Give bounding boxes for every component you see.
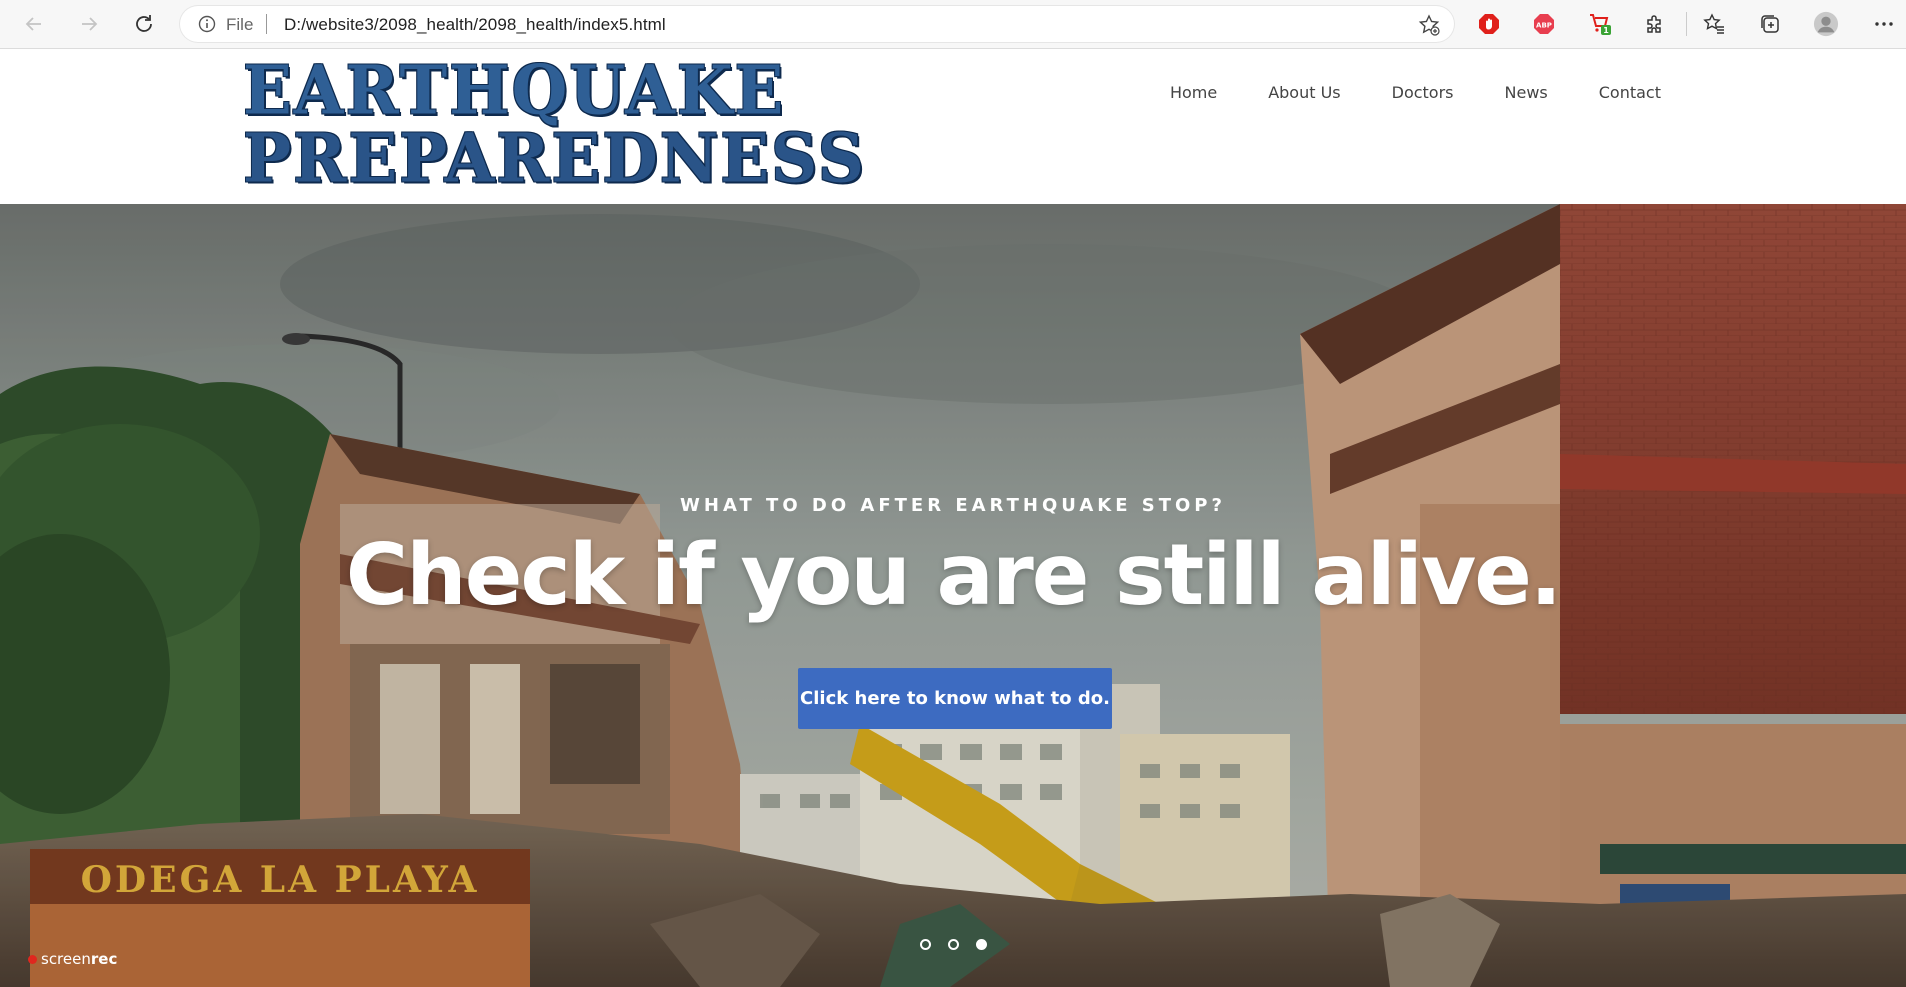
svg-text:ABP: ABP <box>1536 22 1552 30</box>
collections-icon[interactable] <box>1757 11 1783 37</box>
nav-doctors[interactable]: Doctors <box>1392 83 1454 102</box>
puzzle-extensions-icon[interactable] <box>1642 11 1668 37</box>
nav-news[interactable]: News <box>1505 83 1548 102</box>
abp-icon[interactable]: ABP <box>1531 11 1557 37</box>
back-arrow-icon <box>25 17 41 31</box>
adblocker-stop-icon[interactable] <box>1476 11 1502 37</box>
watermark-text-light: screen <box>41 950 91 968</box>
slider-dot-2[interactable] <box>948 939 959 950</box>
profile-avatar-icon[interactable] <box>1813 11 1839 37</box>
cta-button[interactable]: Click here to know what to do. <box>798 668 1112 729</box>
toolbar-divider <box>1686 12 1687 36</box>
favorites-icon[interactable] <box>1701 11 1727 37</box>
nav-about-us[interactable]: About Us <box>1268 83 1340 102</box>
logo-line-1: EARTHQUAKE <box>243 51 786 131</box>
site-info-icon[interactable] <box>198 15 216 38</box>
slider-dot-1[interactable] <box>920 939 931 950</box>
hero-kicker: WHAT TO DO AFTER EARTHQUAKE STOP? <box>680 495 1226 516</box>
back-button[interactable] <box>18 9 50 39</box>
address-bar[interactable]: File D:/website3/2098_health/2098_health… <box>180 6 1454 42</box>
refresh-icon <box>136 15 152 32</box>
screenrec-watermark: screen rec <box>28 950 117 968</box>
site-header: EARTHQUAKE PREPAREDNESS Home About Us Do… <box>0 50 1906 204</box>
address-scheme-label: File <box>226 15 254 34</box>
hero-title: Check if you are still alive. <box>345 526 1562 625</box>
address-url[interactable]: D:/website3/2098_health/2098_health/inde… <box>284 15 666 35</box>
main-nav: Home About Us Doctors News Contact <box>1119 83 1661 102</box>
record-dot-icon <box>28 954 37 964</box>
nav-home[interactable]: Home <box>1170 83 1217 102</box>
logo-line-2: PREPAREDNESS <box>243 119 866 199</box>
site-logo[interactable]: EARTHQUAKE PREPAREDNESS <box>243 56 907 192</box>
address-divider <box>266 14 267 34</box>
shopping-extension-icon[interactable]: 1 <box>1587 11 1613 37</box>
svg-text:1: 1 <box>1603 26 1609 35</box>
slider-pagination <box>920 939 1004 950</box>
forward-arrow-icon <box>82 17 98 31</box>
refresh-button[interactable] <box>128 9 160 39</box>
more-menu-icon[interactable] <box>1871 11 1897 37</box>
add-favorite-icon[interactable] <box>1418 14 1440 41</box>
forward-button[interactable] <box>73 9 105 39</box>
nav-contact[interactable]: Contact <box>1599 83 1661 102</box>
hero-slider: ODEGA LA PLAYA WHAT TO DO AFTER EARTHQUA… <box>0 204 1906 987</box>
watermark-text-bold: rec <box>90 950 118 968</box>
browser-toolbar: File D:/website3/2098_health/2098_health… <box>0 0 1906 49</box>
slider-dot-3[interactable] <box>976 939 987 950</box>
